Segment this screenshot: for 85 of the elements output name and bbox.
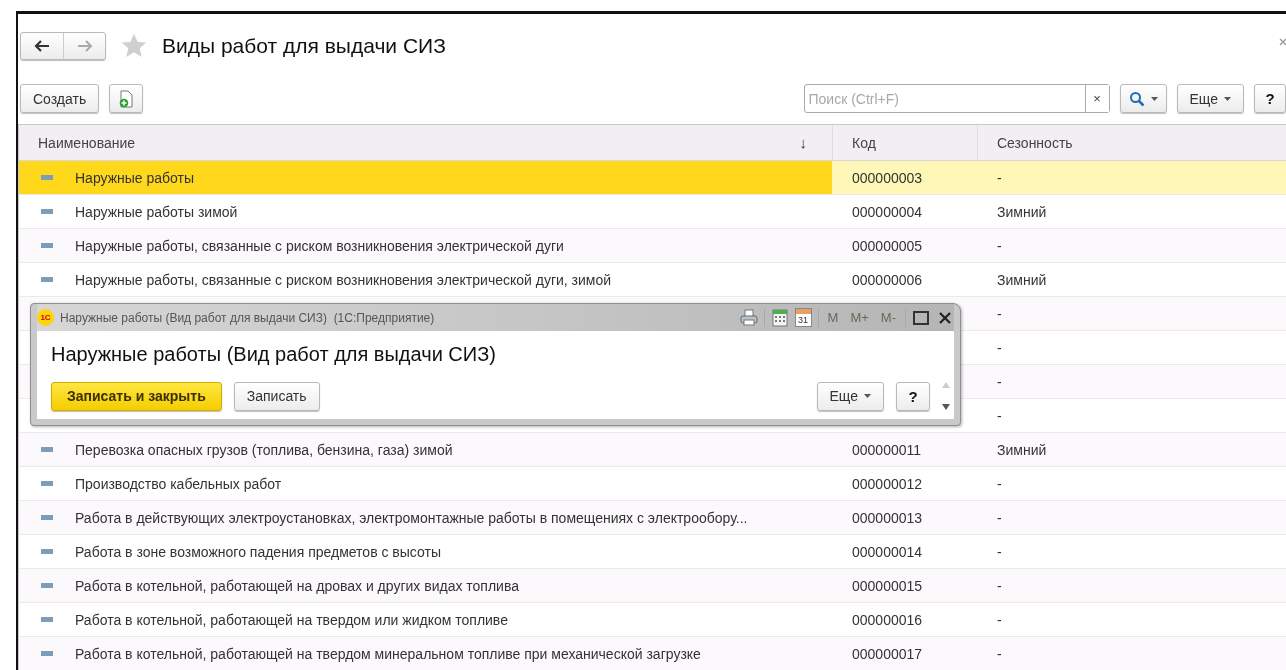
table-cell: Наружные работы, связанные с риском возникновения электрической дуги xyxy=(75,237,564,254)
window-title: Виды работ для выдачи СИЗ xyxy=(162,34,447,58)
table-cell: Зимний xyxy=(997,203,1047,220)
printer-icon[interactable] xyxy=(739,308,758,327)
table-cell: - xyxy=(997,373,1002,390)
more-button[interactable]: Еще xyxy=(816,381,884,411)
table-cell: 000000003 xyxy=(852,169,923,186)
calendar-icon[interactable]: 31 xyxy=(794,308,812,327)
table-cell: - xyxy=(997,577,1002,594)
table-cell: - xyxy=(997,509,1002,526)
create-button[interactable]: Создать xyxy=(20,84,100,113)
table-cell: Работа в котельной, работающей на дровах и других видах топлива xyxy=(75,577,519,594)
table-cell: 000000017 xyxy=(852,645,923,662)
popup-window-title: Наружные работы (Вид работ для выдачи СИЗ) (1С:Предприятие) xyxy=(60,310,436,325)
scrollbar-drawing[interactable] xyxy=(942,381,950,411)
table-cell: - xyxy=(997,645,1002,662)
table-cell: - xyxy=(997,339,1002,356)
table-row[interactable]: Работа в котельной, работающей на дровах и других видах топлива 000000015 - xyxy=(19,569,1286,603)
table-row[interactable]: Работа в действующих электроустановках, электромонтажные работы в помещениях с электрообору... 000000013 - xyxy=(19,501,1286,535)
more-button[interactable]: Еще xyxy=(1176,84,1244,113)
table-row[interactable]: Наружные работы 000000003 - xyxy=(19,161,1286,195)
table-cell: Перевозка опасных грузов (топлива, бензина, газа) зимой xyxy=(75,441,453,458)
table-cell: 000000006 xyxy=(852,271,923,288)
table-cell: Работа в действующих электроустановках, электромонтажные работы в помещениях с электрообору... xyxy=(75,509,748,526)
table-cell: 000000016 xyxy=(852,611,923,628)
table-cell: - xyxy=(997,305,1002,322)
table-cell: Наружные работы xyxy=(75,169,195,186)
column-header[interactable]: Сезонность xyxy=(977,125,1286,160)
caret-icon xyxy=(1224,96,1231,101)
table-cell: Зимний xyxy=(997,441,1047,458)
table-row[interactable]: Перевозка опасных грузов (топлива, бензина, газа) зимой 000000011 Зимний xyxy=(19,433,1286,467)
save-button[interactable]: Записать xyxy=(233,381,320,411)
help-button[interactable]: ? xyxy=(896,381,930,411)
table-cell: 000000005 xyxy=(852,237,923,254)
table-cell: - xyxy=(997,237,1002,254)
back-arrow-icon xyxy=(34,40,50,52)
table-cell: 000000015 xyxy=(852,577,923,594)
help-button[interactable]: ? xyxy=(1254,84,1286,113)
item-icon xyxy=(41,447,53,452)
table-cell: 000000013 xyxy=(852,509,923,526)
caret-icon xyxy=(1150,96,1158,101)
item-icon xyxy=(41,549,53,554)
search-icon xyxy=(1128,90,1145,107)
popup-heading: Наружные работы (Вид работ для выдачи СИЗ) xyxy=(51,343,497,366)
table-cell: 000000004 xyxy=(852,203,923,220)
table-cell: - xyxy=(997,611,1002,628)
table-cell: 000000014 xyxy=(852,543,923,560)
clear-button[interactable]: × xyxy=(1084,85,1109,112)
table-cell: - xyxy=(997,543,1002,560)
table-row[interactable]: Работа в котельной, работающей на твердом минеральном топливе при механической загрузке 000000017 - xyxy=(19,637,1286,670)
table-cell: Работа в котельной, работающей на твердом или жидком топливе xyxy=(75,611,508,628)
forward-arrow-icon xyxy=(76,40,93,52)
table-cell: Работа в котельной, работающей на твердом минеральном топливе при механической загрузке xyxy=(75,645,701,662)
table-cell: Зимний xyxy=(997,271,1047,288)
item-icon xyxy=(41,209,53,214)
item-icon xyxy=(41,651,53,656)
item-icon xyxy=(41,481,53,486)
column-header[interactable]: Код xyxy=(832,125,977,160)
item-icon xyxy=(41,515,53,520)
item-icon xyxy=(41,243,53,248)
sort-mark: ↓ xyxy=(799,134,807,151)
maximize-icon[interactable] xyxy=(912,308,930,327)
save-and-close-button[interactable]: Записать и закрыть xyxy=(51,381,222,411)
copy-button[interactable] xyxy=(109,84,144,113)
item-icon xyxy=(41,277,53,282)
table-row[interactable]: Наружные работы, связанные с риском возникновения электрической дуги 000000005 - xyxy=(19,229,1286,263)
add-document-icon xyxy=(118,89,135,108)
table-cell: - xyxy=(997,169,1002,186)
search-button[interactable] xyxy=(1119,84,1167,113)
table-cell: - xyxy=(997,407,1002,424)
item-icon xyxy=(41,175,53,180)
table-cell: - xyxy=(997,475,1002,492)
table-cell: 000000011 xyxy=(852,441,922,458)
column-header[interactable]: Наименование ↓ xyxy=(19,125,832,160)
calculator-icon[interactable] xyxy=(770,308,789,327)
table-cell: 000000012 xyxy=(852,475,923,492)
table-cell: Наружные работы, связанные с риском возникновения электрической дуги, зимой xyxy=(75,271,612,288)
star-icon[interactable] xyxy=(120,32,148,60)
table-cell: Наружные работы зимой xyxy=(75,203,238,220)
table-cell: Работа в зоне возможного падения предметов с высоты xyxy=(75,543,441,560)
table-cell: Производство кабельных работ xyxy=(75,475,282,492)
item-icon xyxy=(41,583,53,588)
item-icon xyxy=(41,617,53,622)
app-logo: 1С xyxy=(37,309,54,326)
search-field[interactable]: Поиск (Ctrl+F) × xyxy=(803,84,1110,113)
